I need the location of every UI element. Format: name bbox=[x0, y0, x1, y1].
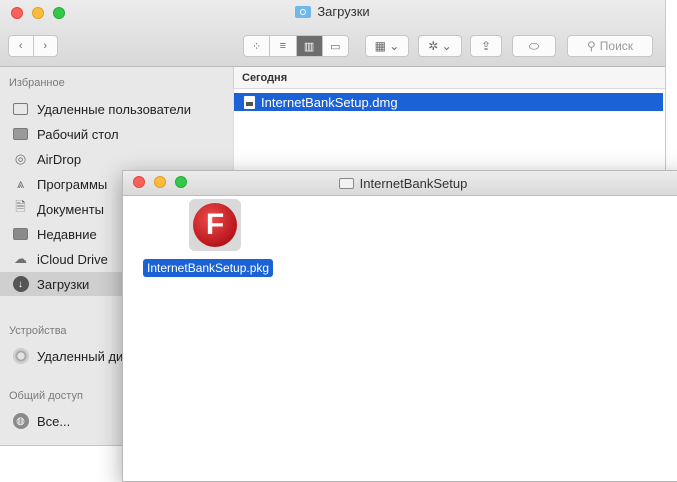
group-icon: ▦ ⌄ bbox=[374, 39, 400, 53]
back-button[interactable]: ‹ bbox=[9, 36, 34, 56]
search-placeholder: Поиск bbox=[599, 39, 634, 53]
sidebar-item-desktop[interactable]: Рабочий стол bbox=[0, 122, 233, 146]
action-button[interactable]: ✲ ⌄ bbox=[418, 35, 462, 57]
pkg-logo: F bbox=[193, 203, 237, 247]
shared-header: Общий доступ bbox=[9, 390, 83, 402]
globe-icon: ◍ bbox=[12, 413, 29, 429]
list-icon: ≡ bbox=[279, 40, 287, 52]
gallery-icon: ▭ bbox=[330, 40, 341, 53]
favorites-header: Избранное bbox=[9, 77, 65, 89]
file-name: InternetBankSetup.dmg bbox=[261, 94, 398, 110]
search-icon: ⚲ bbox=[586, 39, 596, 53]
disk-image-icon bbox=[244, 95, 255, 109]
icon-view-button[interactable]: ⁘ bbox=[244, 36, 271, 56]
sidebar-item-label: Рабочий стол bbox=[37, 126, 119, 142]
tags-button[interactable]: ⬭ bbox=[512, 35, 556, 57]
downloads-folder-icon bbox=[295, 5, 312, 18]
sidebar-item-label: Недавние bbox=[37, 226, 97, 242]
chevron-left-icon: ‹ bbox=[18, 40, 23, 52]
sidebar-item-label: Программы bbox=[37, 176, 108, 192]
airdrop-icon: ◎ bbox=[14, 151, 27, 166]
icon-grid-icon: ⁘ bbox=[252, 40, 262, 53]
sidebar-item-label: Все... bbox=[37, 413, 71, 429]
search-field[interactable]: ⚲ Поиск bbox=[567, 35, 653, 57]
folder-icon bbox=[12, 102, 29, 117]
forward-button[interactable]: › bbox=[34, 36, 58, 56]
disk-window-title-text: InternetBankSetup bbox=[359, 176, 468, 191]
column-header: Сегодня bbox=[234, 67, 665, 89]
sidebar-item-remote-users[interactable]: Удаленные пользователи bbox=[0, 97, 233, 121]
desktop-icon bbox=[12, 127, 29, 142]
sidebar-item-label: Загрузки bbox=[37, 276, 90, 292]
share-button[interactable]: ⇪ bbox=[470, 35, 502, 57]
window-title: Загрузки bbox=[0, 4, 665, 19]
sidebar-item-label: iCloud Drive bbox=[37, 251, 108, 267]
disk-icon bbox=[338, 178, 354, 189]
columns-icon: ▥ bbox=[303, 40, 315, 53]
sidebar-item-airdrop[interactable]: ◎ AirDrop bbox=[0, 147, 233, 171]
disk-image-window: InternetBankSetup F InternetBankSetup.pk… bbox=[122, 170, 677, 482]
applications-icon: ⩓ bbox=[16, 176, 25, 191]
disk-window-title: InternetBankSetup bbox=[123, 176, 677, 191]
window-title-text: Загрузки bbox=[317, 4, 370, 19]
disc-icon bbox=[12, 348, 29, 364]
sidebar-item-label: Удаленный диск bbox=[37, 348, 136, 364]
tag-icon: ⬭ bbox=[528, 38, 540, 53]
sidebar-item-label: Документы bbox=[37, 201, 105, 217]
downloads-icon: ↓ bbox=[12, 276, 29, 292]
group-button[interactable]: ▦ ⌄ bbox=[365, 35, 409, 57]
finder-toolbar: Загрузки ‹ › ⁘ ≡ ▥ ▭ ▦ ⌄ ✲ ⌄ ⇪ ⬭ ⚲ Поиск bbox=[0, 0, 665, 67]
share-icon: ⇪ bbox=[480, 39, 492, 53]
disk-window-titlebar: InternetBankSetup bbox=[123, 171, 677, 196]
documents-icon: 🗎 bbox=[15, 199, 26, 214]
chevron-right-icon: › bbox=[43, 40, 48, 52]
devices-header: Устройства bbox=[9, 325, 67, 337]
sidebar-item-label: Удаленные пользователи bbox=[37, 101, 191, 117]
file-row[interactable]: InternetBankSetup.dmg bbox=[234, 93, 663, 111]
pkg-file-name[interactable]: InternetBankSetup.pkg bbox=[143, 259, 274, 277]
view-switcher: ⁘ ≡ ▥ ▭ bbox=[243, 35, 349, 57]
cloud-icon: ☁ bbox=[14, 251, 27, 266]
column-view-button[interactable]: ▥ bbox=[296, 36, 323, 56]
nav-buttons: ‹ › bbox=[8, 35, 58, 57]
sidebar-item-label: AirDrop bbox=[37, 151, 82, 167]
recents-icon bbox=[12, 227, 29, 242]
list-view-button[interactable]: ≡ bbox=[270, 36, 297, 56]
installer-package-icon[interactable]: F bbox=[189, 199, 241, 251]
gear-icon: ✲ ⌄ bbox=[428, 39, 452, 53]
gallery-view-button[interactable]: ▭ bbox=[323, 36, 348, 56]
